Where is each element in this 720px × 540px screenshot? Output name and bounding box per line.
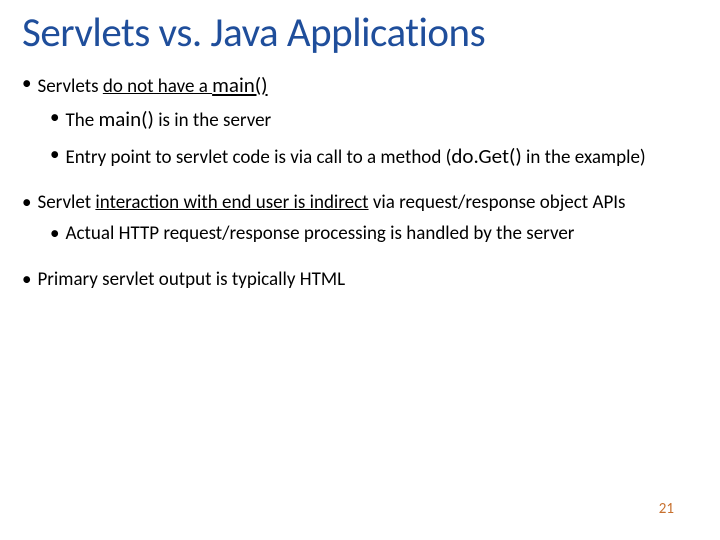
text-code: main() [98,106,153,132]
bullet-1: • Servlets do not have a main() [22,72,698,100]
bullet-3: • Primary servlet output is typically HT… [22,268,698,293]
bullet-text: Primary servlet output is typically HTML [37,268,698,293]
text-part: in the example) [522,146,646,169]
bullet-text: Entry point to servlet code is via call … [65,143,698,171]
bullet-2-1: • Actual HTTP request/response processin… [50,222,698,247]
text-part: The [65,109,98,132]
bullet-dot: • [50,222,65,247]
bullet-dot: • [50,106,65,134]
text-code: main() [212,72,267,98]
bullet-1-2: • Entry point to servlet code is via cal… [50,143,698,171]
bullet-dot: • [22,191,37,216]
page-number: 21 [659,500,674,518]
slide: Servlets vs. Java Applications • Servlet… [0,0,720,293]
slide-title: Servlets vs. Java Applications [22,8,698,58]
bullet-text: The main() is in the server [65,106,698,134]
bullet-dot: • [22,72,37,100]
bullet-2: • Servlet interaction with end user is i… [22,191,698,216]
bullet-text: Actual HTTP request/response processing … [65,222,698,247]
text-part: Servlets [37,75,102,98]
text-part: Servlet [37,191,95,214]
bullet-text: Servlet interaction with end user is ind… [37,191,698,216]
bullet-text: Servlets do not have a main() [37,72,698,100]
text-underline: interaction with end user is indirect [95,191,368,214]
text-code: do.Get() [451,143,521,169]
text-part: Entry point to servlet code is via call … [65,146,451,169]
text-part: is in the server [154,109,271,132]
text-underline: do not have a [103,75,212,98]
bullet-dot: • [22,268,37,293]
slide-content: • Servlets do not have a main() • The ma… [22,72,698,293]
text-part: via request/response object APIs [369,191,626,214]
bullet-dot: • [50,143,65,171]
bullet-1-1: • The main() is in the server [50,106,698,134]
